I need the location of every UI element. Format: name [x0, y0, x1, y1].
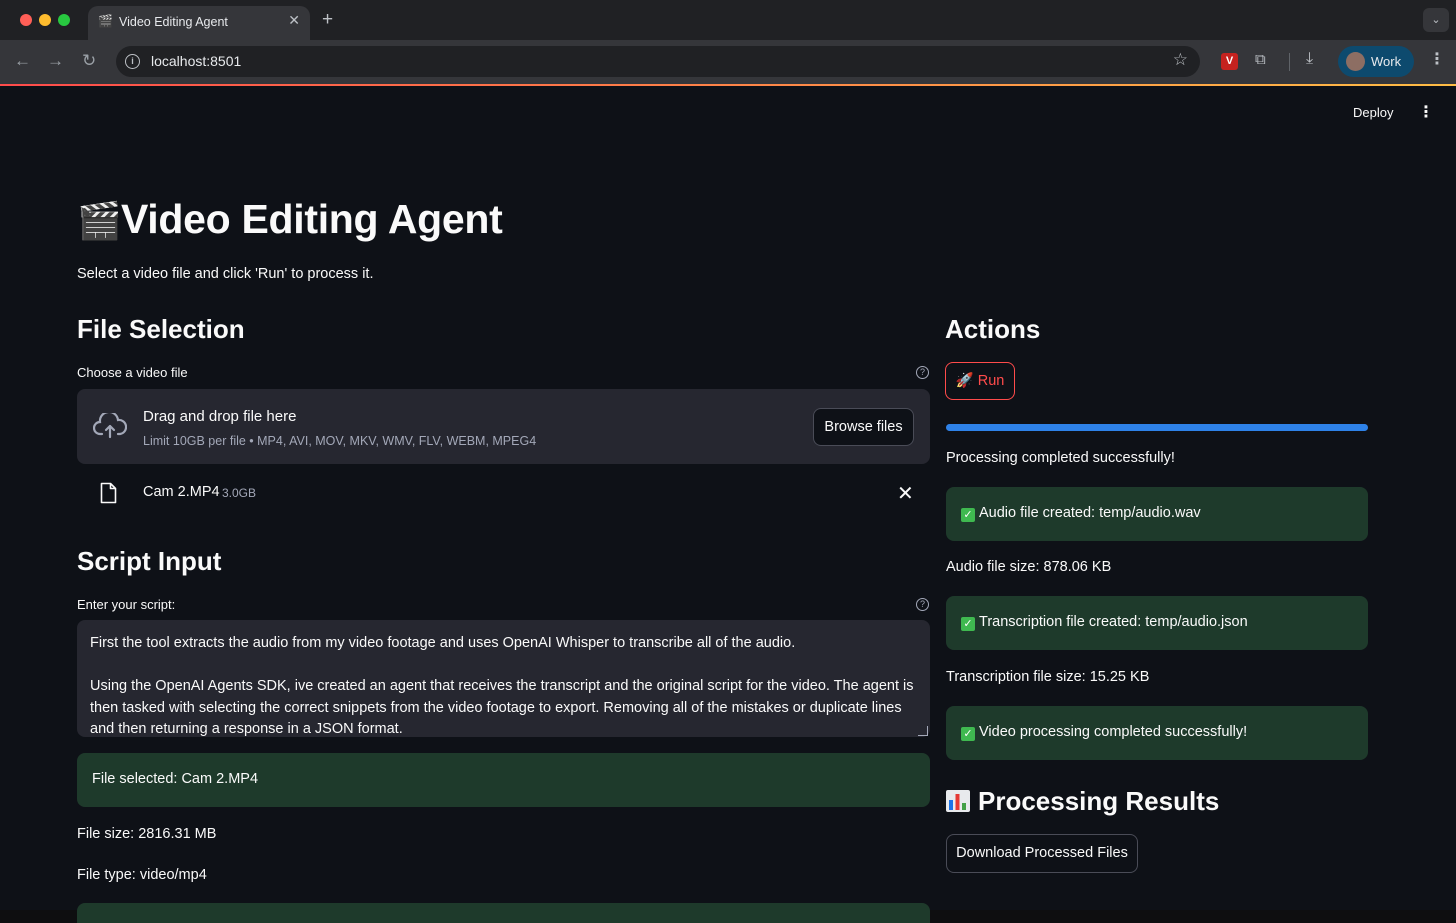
remove-file-icon[interactable]: ✕	[897, 481, 914, 506]
transcription-created-text: Transcription file created: temp/audio.j…	[979, 614, 1248, 630]
toolbar-divider	[1289, 53, 1290, 71]
dropzone-title: Drag and drop file here	[143, 408, 297, 425]
file-size-text: File size: 2816.31 MB	[77, 826, 217, 842]
profile-button[interactable]: Work	[1338, 46, 1414, 77]
downloads-icon[interactable]: ⤓	[1306, 50, 1313, 68]
page-title-text: Video Editing Agent	[121, 196, 503, 242]
script-textarea[interactable]: First the tool extracts the audio from m…	[77, 620, 930, 737]
processing-results-text: Processing Results	[978, 786, 1220, 816]
success-alert-partial	[77, 903, 930, 923]
profile-label: Work	[1371, 54, 1402, 69]
file-selected-text: File selected: Cam 2.MP4	[92, 771, 259, 787]
deploy-button[interactable]: Deploy	[1353, 105, 1393, 120]
maximize-window-button[interactable]	[58, 14, 70, 26]
progress-bar-fill	[946, 424, 1368, 431]
extension-v-icon[interactable]: V	[1221, 53, 1238, 70]
back-icon[interactable]: ←	[14, 51, 31, 71]
extensions-puzzle-icon[interactable]: ⧉	[1255, 51, 1266, 68]
browser-tab[interactable]: 🎬 Video Editing Agent ✕	[88, 6, 310, 40]
streamlit-app: Deploy ⋮ 🎬Video Editing Agent Select a v…	[0, 86, 1456, 923]
app-menu-icon[interactable]: ⋮	[1418, 102, 1434, 122]
forward-icon[interactable]: →	[47, 51, 64, 71]
uploaded-file-row: Cam 2.MP4 3.0GB ✕	[77, 474, 930, 514]
reload-icon[interactable]: ↻	[82, 51, 96, 71]
avatar	[1346, 52, 1365, 71]
browser-toolbar: ← → ↻ i localhost:8501 ☆ V ⧉ ⤓ Work ⋮	[0, 40, 1456, 84]
script-input-label: Enter your script:	[77, 597, 176, 612]
run-button-label: Run	[977, 373, 1005, 389]
download-processed-files-button[interactable]: Download Processed Files	[946, 834, 1138, 873]
browse-files-button[interactable]: Browse files	[813, 408, 914, 446]
url-text[interactable]: localhost:8501	[151, 53, 241, 69]
check-icon: ✓	[961, 727, 975, 741]
resize-handle-icon[interactable]	[918, 726, 928, 736]
title-bar: 🎬 Video Editing Agent ✕ + ⌄	[0, 0, 1456, 40]
close-window-button[interactable]	[20, 14, 32, 26]
run-button[interactable]: 🚀 Run	[945, 362, 1015, 400]
tab-search-icon[interactable]: ⌄	[1423, 8, 1449, 32]
page-title: 🎬Video Editing Agent	[77, 196, 503, 243]
file-uploader-label: Choose a video file	[77, 365, 188, 380]
minimize-window-button[interactable]	[39, 14, 51, 26]
tab-title: Video Editing Agent	[119, 15, 228, 29]
uploaded-file-size: 3.0GB	[222, 486, 257, 500]
file-type-text: File type: video/mp4	[77, 867, 207, 883]
help-icon[interactable]: ?	[916, 598, 929, 611]
cloud-upload-icon	[93, 413, 127, 439]
page-subtitle: Select a video file and click 'Run' to p…	[77, 266, 374, 282]
file-icon	[100, 482, 117, 504]
video-done-alert: ✓ Video processing completed successfully…	[946, 706, 1368, 760]
processing-results-heading: Processing Results	[945, 786, 1219, 817]
rocket-icon: 🚀	[955, 373, 974, 389]
dropzone-limit: Limit 10GB per file • MP4, AVI, MOV, MKV…	[143, 434, 537, 448]
clapper-icon: 🎬	[98, 14, 113, 28]
tab-close-icon[interactable]: ✕	[288, 12, 300, 29]
audio-created-alert: ✓ Audio file created: temp/audio.wav	[946, 487, 1368, 541]
uploaded-file-name: Cam 2.MP4	[143, 484, 220, 500]
actions-heading: Actions	[945, 314, 1041, 344]
audio-created-text: Audio file created: temp/audio.wav	[979, 505, 1201, 521]
transcription-size-text: Transcription file size: 15.25 KB	[946, 669, 1150, 685]
help-icon[interactable]: ?	[916, 366, 929, 379]
progress-bar	[946, 424, 1368, 431]
check-icon: ✓	[961, 508, 975, 522]
clapper-icon: 🎬	[77, 200, 122, 241]
audio-size-text: Audio file size: 878.06 KB	[946, 559, 1112, 575]
file-selected-alert: File selected: Cam 2.MP4	[77, 753, 930, 807]
site-info-icon[interactable]: i	[125, 54, 140, 69]
bookmark-star-icon[interactable]: ☆	[1173, 50, 1188, 70]
transcription-created-alert: ✓ Transcription file created: temp/audio.…	[946, 596, 1368, 650]
browser-window: 🎬 Video Editing Agent ✕ + ⌄ ← → ↻ i loca…	[0, 0, 1456, 923]
processing-status-text: Processing completed successfully!	[946, 450, 1175, 466]
browser-menu-icon[interactable]: ⋮	[1429, 49, 1445, 69]
script-input-heading: Script Input	[77, 546, 222, 576]
file-dropzone[interactable]: Drag and drop file here Limit 10GB per f…	[77, 389, 930, 464]
video-done-text: Video processing completed successfully!	[979, 724, 1248, 740]
new-tab-icon[interactable]: +	[322, 9, 333, 31]
bar-chart-icon	[946, 790, 970, 812]
check-icon: ✓	[961, 617, 975, 631]
file-selection-heading: File Selection	[77, 314, 245, 344]
address-bar[interactable]: i localhost:8501 ☆	[116, 46, 1200, 77]
